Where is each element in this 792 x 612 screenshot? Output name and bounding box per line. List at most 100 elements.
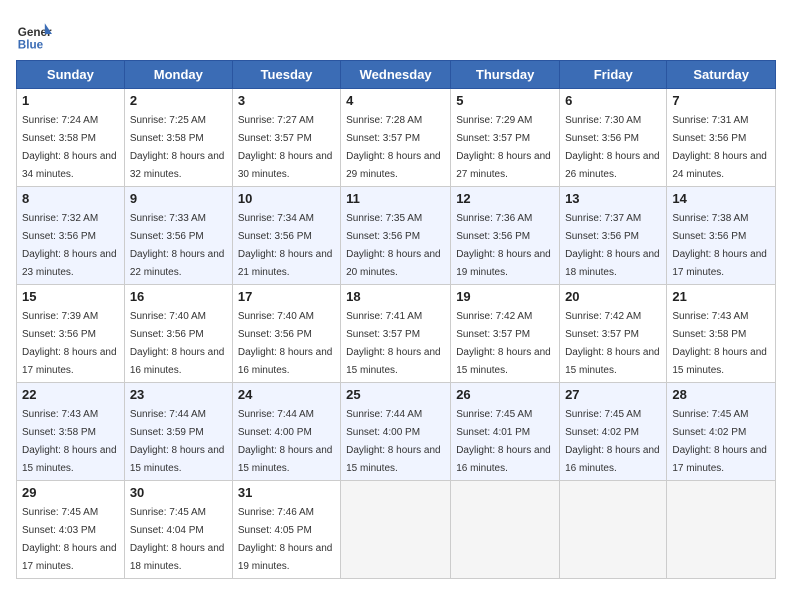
calendar-cell: 12Sunrise: 7:36 AMSunset: 3:56 PMDayligh…: [451, 187, 560, 285]
day-number: 31: [238, 485, 335, 500]
calendar-cell: 13 Sunrise: 7:37 AMSunset: 3:56 PMDayligh…: [560, 187, 667, 285]
svg-text:Blue: Blue: [18, 38, 44, 51]
calendar-cell: 31 Sunrise: 7:46 AMSunset: 4:05 PMDayligh…: [232, 481, 340, 579]
calendar-week-row: 22Sunrise: 7:43 AMSunset: 3:58 PMDayligh…: [17, 383, 776, 481]
day-detail: Sunrise: 7:45 AMSunset: 4:03 PMDaylight:…: [22, 507, 117, 572]
calendar-cell: 16 Sunrise: 7:40 AMSunset: 3:56 PMDayligh…: [124, 285, 232, 383]
day-detail: Sunrise: 7:43 AMSunset: 3:58 PMDaylight:…: [22, 409, 117, 474]
day-detail: Sunrise: 7:46 AMSunset: 4:05 PMDaylight:…: [238, 507, 333, 572]
calendar-cell: 11 Sunrise: 7:35 AMSunset: 3:56 PMDayligh…: [341, 187, 451, 285]
header-thursday: Thursday: [451, 61, 560, 89]
day-detail: Sunrise: 7:42 AMSunset: 3:57 PMDaylight:…: [565, 311, 660, 376]
header-saturday: Saturday: [667, 61, 776, 89]
calendar-cell: 23 Sunrise: 7:44 AMSunset: 3:59 PMDayligh…: [124, 383, 232, 481]
day-number: 23: [130, 387, 227, 402]
day-number: 11: [346, 191, 445, 206]
day-number: 19: [456, 289, 554, 304]
calendar-header-row: SundayMondayTuesdayWednesdayThursdayFrid…: [17, 61, 776, 89]
day-number: 8: [22, 191, 119, 206]
header-wednesday: Wednesday: [341, 61, 451, 89]
day-detail: Sunrise: 7:45 AMSunset: 4:01 PMDaylight:…: [456, 409, 551, 474]
logo-icon: General Blue: [16, 16, 52, 52]
day-number: 2: [130, 93, 227, 108]
calendar-week-row: 15 Sunrise: 7:39 AMSunset: 3:56 PMDayligh…: [17, 285, 776, 383]
calendar-cell: 8 Sunrise: 7:32 AMSunset: 3:56 PMDaylight…: [17, 187, 125, 285]
calendar-cell: [451, 481, 560, 579]
calendar-cell: 3Sunrise: 7:27 AMSunset: 3:57 PMDaylight…: [232, 89, 340, 187]
day-number: 16: [130, 289, 227, 304]
calendar-cell: 22Sunrise: 7:43 AMSunset: 3:58 PMDayligh…: [17, 383, 125, 481]
calendar-cell: 7 Sunrise: 7:31 AMSunset: 3:56 PMDaylight…: [667, 89, 776, 187]
calendar-cell: [667, 481, 776, 579]
day-number: 13: [565, 191, 661, 206]
day-number: 12: [456, 191, 554, 206]
calendar-cell: 15 Sunrise: 7:39 AMSunset: 3:56 PMDayligh…: [17, 285, 125, 383]
day-detail: Sunrise: 7:30 AMSunset: 3:56 PMDaylight:…: [565, 115, 660, 180]
day-number: 14: [672, 191, 770, 206]
calendar-cell: 28 Sunrise: 7:45 AMSunset: 4:02 PMDayligh…: [667, 383, 776, 481]
day-number: 6: [565, 93, 661, 108]
day-detail: Sunrise: 7:29 AMSunset: 3:57 PMDaylight:…: [456, 115, 551, 180]
calendar-cell: [341, 481, 451, 579]
day-detail: Sunrise: 7:31 AMSunset: 3:56 PMDaylight:…: [672, 115, 767, 180]
day-number: 28: [672, 387, 770, 402]
calendar-cell: 29 Sunrise: 7:45 AMSunset: 4:03 PMDayligh…: [17, 481, 125, 579]
calendar-cell: 4 Sunrise: 7:28 AMSunset: 3:57 PMDaylight…: [341, 89, 451, 187]
calendar-cell: 30 Sunrise: 7:45 AMSunset: 4:04 PMDayligh…: [124, 481, 232, 579]
day-detail: Sunrise: 7:45 AMSunset: 4:02 PMDaylight:…: [672, 409, 767, 474]
day-number: 25: [346, 387, 445, 402]
calendar-cell: 2 Sunrise: 7:25 AMSunset: 3:58 PMDaylight…: [124, 89, 232, 187]
calendar-week-row: 8 Sunrise: 7:32 AMSunset: 3:56 PMDaylight…: [17, 187, 776, 285]
day-detail: Sunrise: 7:40 AMSunset: 3:56 PMDaylight:…: [130, 311, 225, 376]
day-detail: Sunrise: 7:43 AMSunset: 3:58 PMDaylight:…: [672, 311, 767, 376]
day-detail: Sunrise: 7:39 AMSunset: 3:56 PMDaylight:…: [22, 311, 117, 376]
day-number: 10: [238, 191, 335, 206]
day-detail: Sunrise: 7:24 AMSunset: 3:58 PMDaylight:…: [22, 115, 117, 180]
calendar-week-row: 29 Sunrise: 7:45 AMSunset: 4:03 PMDayligh…: [17, 481, 776, 579]
calendar-cell: 10 Sunrise: 7:34 AMSunset: 3:56 PMDayligh…: [232, 187, 340, 285]
day-detail: Sunrise: 7:44 AMSunset: 4:00 PMDaylight:…: [238, 409, 333, 474]
day-detail: Sunrise: 7:44 AMSunset: 3:59 PMDaylight:…: [130, 409, 225, 474]
day-number: 15: [22, 289, 119, 304]
calendar-cell: 19 Sunrise: 7:42 AMSunset: 3:57 PMDayligh…: [451, 285, 560, 383]
day-number: 1: [22, 93, 119, 108]
header-monday: Monday: [124, 61, 232, 89]
day-detail: Sunrise: 7:34 AMSunset: 3:56 PMDaylight:…: [238, 213, 333, 278]
day-number: 20: [565, 289, 661, 304]
calendar-cell: 6 Sunrise: 7:30 AMSunset: 3:56 PMDaylight…: [560, 89, 667, 187]
day-detail: Sunrise: 7:40 AMSunset: 3:56 PMDaylight:…: [238, 311, 333, 376]
day-detail: Sunrise: 7:27 AMSunset: 3:57 PMDaylight:…: [238, 115, 333, 180]
day-number: 21: [672, 289, 770, 304]
calendar-cell: [560, 481, 667, 579]
logo: General Blue: [16, 16, 52, 52]
day-detail: Sunrise: 7:32 AMSunset: 3:56 PMDaylight:…: [22, 213, 117, 278]
calendar-cell: 20 Sunrise: 7:42 AMSunset: 3:57 PMDayligh…: [560, 285, 667, 383]
day-detail: Sunrise: 7:45 AMSunset: 4:04 PMDaylight:…: [130, 507, 225, 572]
day-number: 26: [456, 387, 554, 402]
day-number: 27: [565, 387, 661, 402]
header-friday: Friday: [560, 61, 667, 89]
calendar-cell: 9Sunrise: 7:33 AMSunset: 3:56 PMDaylight…: [124, 187, 232, 285]
day-detail: Sunrise: 7:35 AMSunset: 3:56 PMDaylight:…: [346, 213, 441, 278]
day-detail: Sunrise: 7:37 AMSunset: 3:56 PMDaylight:…: [565, 213, 660, 278]
calendar-cell: 14 Sunrise: 7:38 AMSunset: 3:56 PMDayligh…: [667, 187, 776, 285]
day-number: 17: [238, 289, 335, 304]
day-detail: Sunrise: 7:42 AMSunset: 3:57 PMDaylight:…: [456, 311, 551, 376]
day-number: 4: [346, 93, 445, 108]
day-detail: Sunrise: 7:45 AMSunset: 4:02 PMDaylight:…: [565, 409, 660, 474]
calendar-cell: 25 Sunrise: 7:44 AMSunset: 4:00 PMDayligh…: [341, 383, 451, 481]
day-number: 7: [672, 93, 770, 108]
day-detail: Sunrise: 7:44 AMSunset: 4:00 PMDaylight:…: [346, 409, 441, 474]
day-detail: Sunrise: 7:38 AMSunset: 3:56 PMDaylight:…: [672, 213, 767, 278]
calendar-cell: 1 Sunrise: 7:24 AMSunset: 3:58 PMDaylight…: [17, 89, 125, 187]
day-detail: Sunrise: 7:25 AMSunset: 3:58 PMDaylight:…: [130, 115, 225, 180]
day-number: 30: [130, 485, 227, 500]
day-number: 9: [130, 191, 227, 206]
calendar-week-row: 1 Sunrise: 7:24 AMSunset: 3:58 PMDaylight…: [17, 89, 776, 187]
day-detail: Sunrise: 7:28 AMSunset: 3:57 PMDaylight:…: [346, 115, 441, 180]
calendar-table: SundayMondayTuesdayWednesdayThursdayFrid…: [16, 60, 776, 579]
calendar-cell: 27 Sunrise: 7:45 AMSunset: 4:02 PMDayligh…: [560, 383, 667, 481]
day-number: 29: [22, 485, 119, 500]
calendar-cell: 18Sunrise: 7:41 AMSunset: 3:57 PMDayligh…: [341, 285, 451, 383]
calendar-cell: 5Sunrise: 7:29 AMSunset: 3:57 PMDaylight…: [451, 89, 560, 187]
